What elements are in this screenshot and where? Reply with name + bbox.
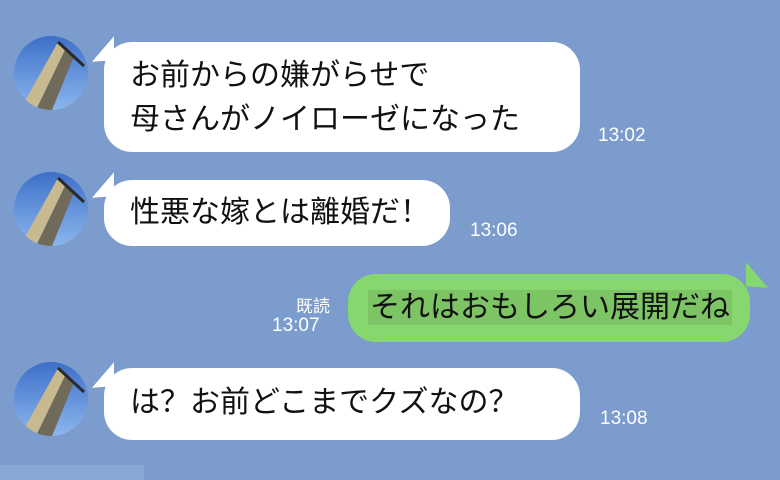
message-time: 13:08: [600, 408, 648, 429]
message-text: は？お前どこまでクズなの？: [130, 385, 519, 420]
read-receipt: 既読: [296, 297, 330, 317]
bottom-bar: [0, 465, 144, 480]
message-text: 母さんがノイローゼになった: [130, 102, 520, 137]
avatar[interactable]: [14, 36, 88, 110]
message-bubble[interactable]: 性悪な嫁とは離婚だ！: [104, 180, 450, 246]
avatar[interactable]: [14, 362, 88, 436]
message-text: それはおもしろい展開だね: [368, 290, 732, 325]
message-text: お前からの嫌がらせで: [130, 58, 430, 93]
message-bubble[interactable]: それはおもしろい展開だね: [348, 274, 750, 342]
message-text: 性悪な嫁とは離婚だ！: [130, 195, 430, 230]
message-time: 13:06: [470, 220, 518, 241]
message-bubble[interactable]: は？お前どこまでクズなの？: [104, 368, 580, 440]
avatar[interactable]: [14, 172, 88, 246]
message-time: 13:02: [598, 125, 646, 146]
message-time: 13:07: [272, 315, 320, 336]
message-bubble[interactable]: お前からの嫌がらせで 母さんがノイローゼになった: [104, 42, 580, 152]
